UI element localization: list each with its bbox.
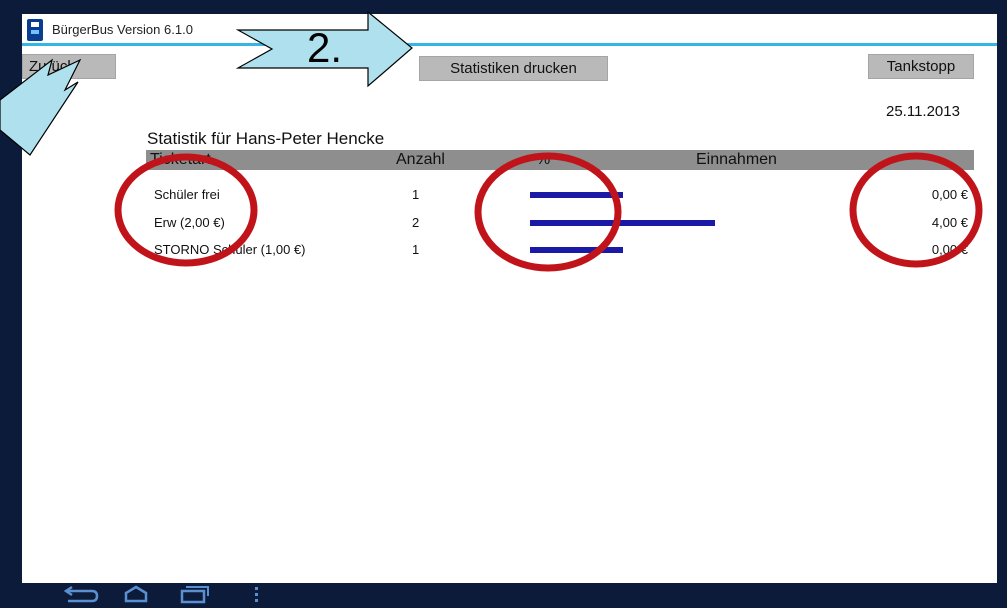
annotation-overlay xyxy=(0,10,983,272)
annotation-arrow-left-icon xyxy=(0,58,82,156)
tablet-screenshot: BürgerBus Version 6.1.0 Zurück Statistik… xyxy=(0,0,1007,608)
annotation-circle-ticketart xyxy=(114,153,258,267)
annotation-step-label: 2. xyxy=(307,24,343,71)
annotation-circle-einnahmen xyxy=(849,152,983,268)
annotation-circle-percent xyxy=(474,152,622,272)
